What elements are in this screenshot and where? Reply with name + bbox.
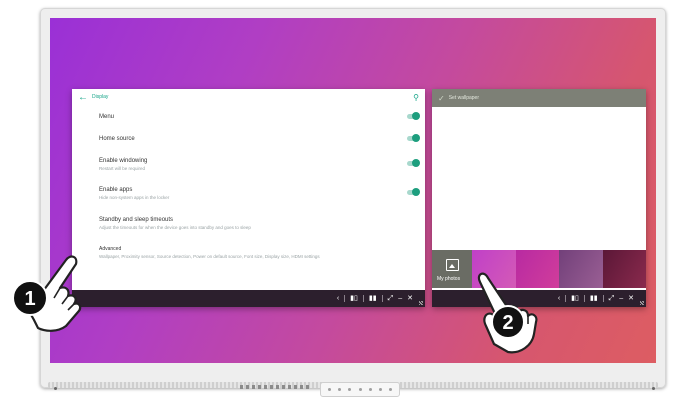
close-icon[interactable]: ✕	[407, 295, 413, 302]
back-chevron-icon[interactable]: ‹	[558, 295, 560, 302]
enable-windowing-toggle[interactable]	[407, 159, 420, 167]
photos-icon	[446, 259, 459, 271]
menu-toggle[interactable]	[407, 112, 420, 120]
hand-pointer-icon: 1	[12, 255, 82, 332]
divider	[565, 295, 567, 302]
usb-ports	[240, 385, 310, 389]
minimize-icon[interactable]: –	[619, 295, 623, 302]
setting-row-enable-apps[interactable]: Enable apps Hide non-system apps in the …	[99, 187, 420, 200]
setting-sub: Wallpaper, Proximity sensor, Source dete…	[99, 254, 320, 259]
setting-label: Advanced	[99, 246, 122, 252]
check-icon[interactable]: ✓	[438, 94, 445, 103]
resize-grip-icon[interactable]	[640, 301, 644, 305]
setting-label: Menu	[99, 114, 115, 120]
wallpaper-header: ✓ Set wallpaper	[432, 89, 646, 107]
split-columns-icon[interactable]: ▮▮	[590, 295, 598, 302]
setting-label: Home source	[99, 136, 135, 142]
split-left-icon[interactable]: ▮▯	[350, 295, 358, 302]
window-taskbar: ‹ ▮▯ ▮▮ ⤢ – ✕	[72, 290, 425, 307]
split-left-icon[interactable]: ▮▯	[571, 295, 579, 302]
expand-icon[interactable]: ⤢	[388, 295, 394, 302]
setting-sub: Restart will be required	[99, 166, 146, 171]
minimize-icon[interactable]: –	[398, 295, 402, 302]
setting-label: Standby and sleep timeouts	[99, 217, 174, 223]
close-icon[interactable]: ✕	[628, 295, 634, 302]
setting-row-menu[interactable]: Menu	[99, 112, 420, 120]
display-header: ← Display ⚲	[72, 89, 425, 105]
callout-number: 1	[24, 288, 35, 310]
setting-sub: Hide non-system apps in the locker	[99, 195, 170, 200]
setting-label: Enable windowing	[99, 158, 148, 164]
power-led	[54, 387, 57, 390]
divider	[583, 295, 585, 302]
setting-row-standby[interactable]: Standby and sleep timeouts Adjust the ti…	[99, 217, 419, 230]
callout-1: 1	[8, 242, 94, 332]
setting-row-home-source[interactable]: Home source	[99, 134, 420, 142]
hand-pointer-icon: 2	[477, 272, 538, 354]
back-arrow-icon[interactable]: ←	[78, 92, 92, 103]
front-control-buttons[interactable]	[320, 382, 400, 397]
wallpaper-thumbnail[interactable]	[602, 250, 646, 288]
setting-row-advanced[interactable]: Advanced Wallpaper, Proximity sensor, So…	[99, 246, 419, 259]
display-title: Display	[92, 94, 109, 100]
wallpaper-thumbnail[interactable]	[559, 250, 603, 288]
back-chevron-icon[interactable]: ‹	[337, 295, 339, 302]
wallpaper-title: Set wallpaper	[448, 95, 479, 101]
setting-label: Enable apps	[99, 187, 133, 193]
setting-sub: Adjust the timeouts for when the device …	[99, 225, 251, 230]
enable-apps-toggle[interactable]	[407, 188, 420, 196]
split-columns-icon[interactable]: ▮▮	[369, 295, 377, 302]
divider	[344, 295, 346, 302]
sensor-led	[652, 387, 655, 390]
setting-row-enable-windowing[interactable]: Enable windowing Restart will be require…	[99, 158, 420, 171]
divider	[602, 295, 604, 302]
callout-2: 2	[464, 262, 550, 354]
display-settings-window: ← Display ⚲ Menu Home source Enable wind…	[72, 89, 425, 307]
expand-icon[interactable]: ⤢	[609, 295, 615, 302]
callout-number: 2	[502, 312, 513, 334]
home-source-toggle[interactable]	[407, 134, 420, 142]
my-photos-label: My photos	[437, 276, 461, 282]
divider	[362, 295, 364, 302]
divider	[381, 295, 383, 302]
search-icon[interactable]: ⚲	[413, 93, 419, 102]
resize-grip-icon[interactable]	[419, 301, 423, 305]
